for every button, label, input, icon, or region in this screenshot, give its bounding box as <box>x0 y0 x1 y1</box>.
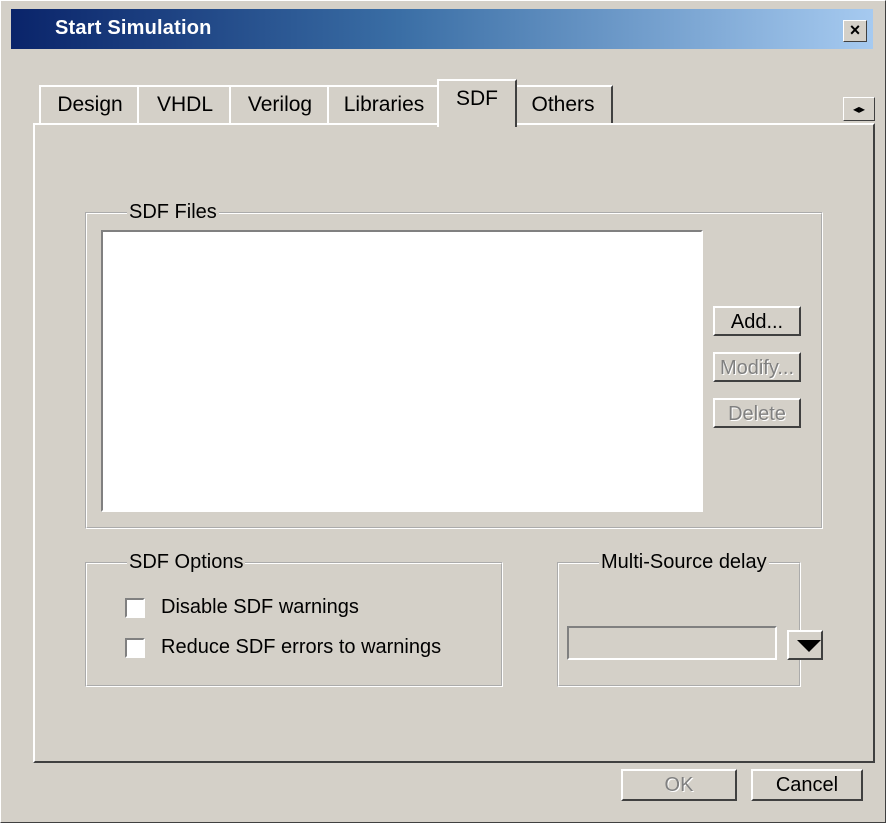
chevron-down-icon <box>797 640 821 652</box>
start-simulation-dialog: Start Simulation × Design VHDL Verilog L… <box>0 0 886 823</box>
reduce-sdf-errors-label: Reduce SDF errors to warnings <box>161 636 442 658</box>
tab-vhdl[interactable]: VHDL <box>137 85 233 125</box>
tab-libraries[interactable]: Libraries <box>327 85 441 125</box>
close-button[interactable]: × <box>843 20 867 42</box>
window-title: Start Simulation <box>55 17 212 39</box>
sdf-options-group: SDF Options Disable SDF warnings Reduce … <box>85 551 503 687</box>
multi-source-delay-group: Multi-Source delay <box>557 551 823 687</box>
tab-verilog[interactable]: Verilog <box>229 85 331 125</box>
ok-button[interactable]: OK <box>621 769 737 801</box>
tab-design[interactable]: Design <box>39 85 141 125</box>
multi-source-delay-combobox[interactable] <box>567 626 823 660</box>
tab-sdf[interactable]: SDF <box>437 79 517 127</box>
dropdown-button[interactable] <box>787 630 823 660</box>
add-button[interactable]: Add... <box>713 306 801 336</box>
multi-source-delay-legend: Multi-Source delay <box>601 551 767 573</box>
title-bar: Start Simulation × <box>11 9 873 49</box>
cancel-button[interactable]: Cancel <box>751 769 863 801</box>
sdf-tab-panel: SDF Files Add... Modify... Delete SDF Op… <box>33 123 875 763</box>
modify-button[interactable]: Modify... <box>713 352 801 382</box>
sdf-options-legend: SDF Options <box>129 551 244 573</box>
disable-sdf-warnings-checkbox[interactable] <box>125 598 145 618</box>
tab-scroll-arrows-icon[interactable]: ◂▸ <box>843 97 875 121</box>
reduce-sdf-errors-checkbox[interactable] <box>125 638 145 658</box>
sdf-files-group: SDF Files Add... Modify... Delete <box>85 201 823 529</box>
delete-button[interactable]: Delete <box>713 398 801 428</box>
sdf-files-legend: SDF Files <box>129 201 217 223</box>
tab-others[interactable]: Others <box>513 85 613 125</box>
disable-sdf-warnings-label: Disable SDF warnings <box>161 596 359 618</box>
sdf-files-listbox[interactable] <box>101 230 703 512</box>
